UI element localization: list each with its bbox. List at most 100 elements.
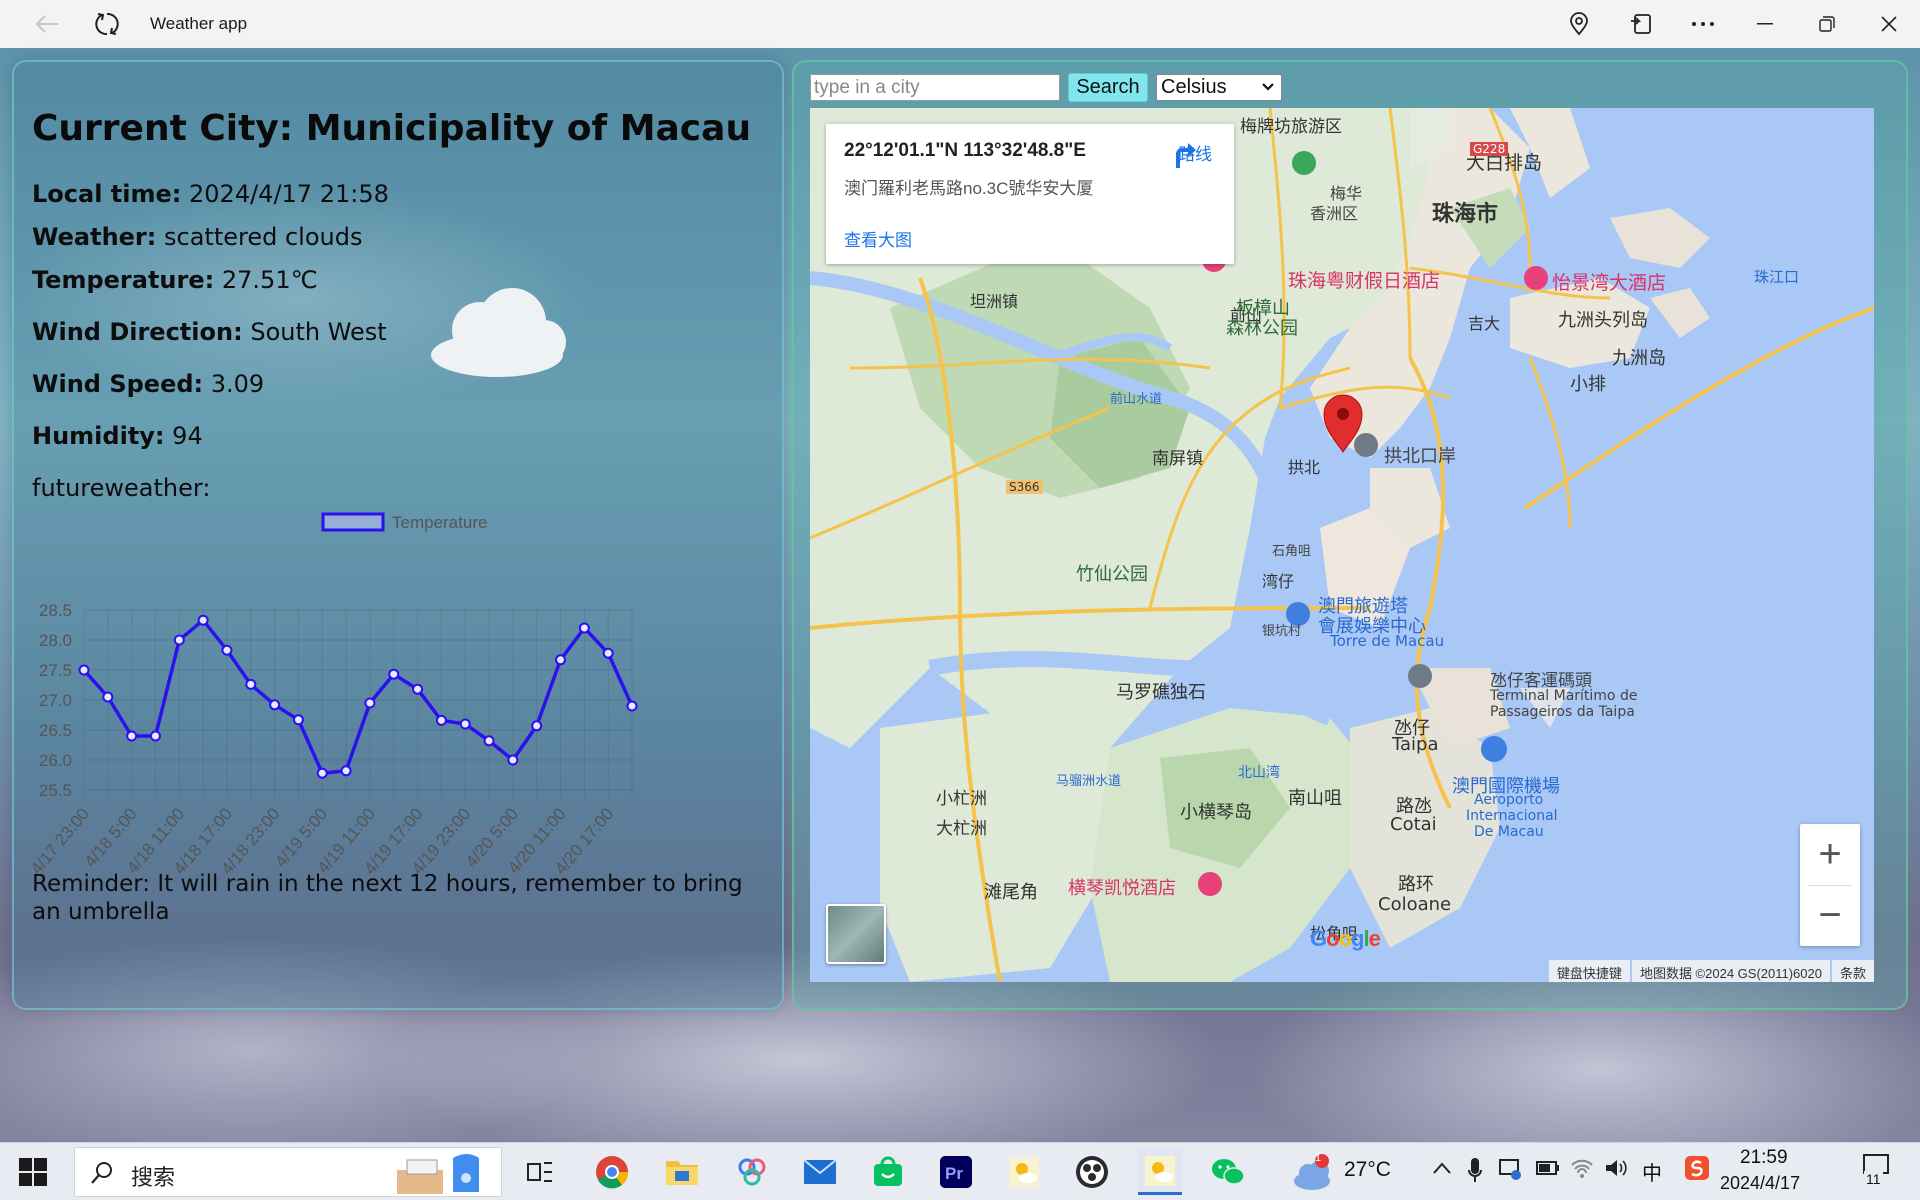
chart-data-point[interactable]: [483, 735, 495, 747]
terms-link[interactable]: 条款: [1831, 960, 1874, 982]
more-button[interactable]: [1672, 0, 1734, 48]
cast-button[interactable]: [1610, 0, 1672, 48]
chart-data-point[interactable]: [412, 683, 424, 695]
humidity-row: Humidity: 94: [32, 422, 203, 450]
map-label: Internacional: [1466, 808, 1558, 824]
temperature-chart-svg: Temperature 28.5 28.0 27.5 27.0 26.5 26.0 25.5…: [27, 512, 638, 878]
wind-speed-row: Wind Speed: 3.09: [32, 370, 264, 398]
keyboard-shortcuts-link[interactable]: 键盘快捷键: [1548, 960, 1630, 982]
chart-data-point[interactable]: [531, 720, 543, 732]
map-label: 拱北: [1288, 458, 1321, 477]
chart-data-point[interactable]: [435, 714, 447, 726]
unit-select[interactable]: Celsius: [1156, 74, 1282, 101]
map-label: 北山湾: [1238, 765, 1280, 781]
volume-icon[interactable]: [1604, 1157, 1628, 1179]
map-label: 香洲区: [1310, 204, 1359, 223]
map-view[interactable]: 珠海市 大白排岛 梅华 香洲区 前山 坦洲镇 南屏镇 拱北 拱北口岸 竹仙公园 …: [810, 108, 1874, 982]
chart-y-tick-label: 28.0: [39, 631, 72, 650]
battery-icon[interactable]: [1536, 1161, 1560, 1175]
search-button[interactable]: Search: [1068, 73, 1148, 102]
zoom-out-button[interactable]: −: [1800, 885, 1860, 946]
weather-panel: Current City: Municipality of Macau Loca…: [12, 60, 784, 1010]
chart-data-point[interactable]: [269, 699, 281, 711]
map-label: Cotai: [1390, 814, 1437, 835]
temperature-row: Temperature: 27.51℃: [32, 266, 318, 294]
directions-button[interactable]: 路线: [1170, 140, 1220, 168]
map-label: Passageiros da Taipa: [1490, 704, 1635, 720]
chart-y-tick-label: 26.5: [39, 721, 72, 740]
chrome-icon[interactable]: [590, 1151, 634, 1193]
task-view-icon[interactable]: [518, 1151, 562, 1193]
legend-swatch[interactable]: [321, 512, 385, 532]
obs-icon[interactable]: [1070, 1151, 1114, 1193]
weather-row: Weather: scattered clouds: [32, 223, 362, 251]
map-label: 小排: [1570, 374, 1606, 395]
back-button[interactable]: [24, 0, 70, 48]
chart-data-point[interactable]: [245, 678, 257, 690]
microphone-icon[interactable]: [1468, 1157, 1482, 1183]
chart-data-point[interactable]: [459, 718, 471, 730]
view-larger-link[interactable]: 查看大图: [844, 226, 912, 251]
store-icon[interactable]: [866, 1151, 910, 1193]
wechat-icon[interactable]: [1206, 1151, 1250, 1193]
chart-data-point[interactable]: [126, 730, 138, 742]
chart-data-point[interactable]: [340, 765, 352, 777]
map-label: 前山水道: [1110, 392, 1163, 407]
road-shield: S366: [1006, 480, 1043, 494]
chart-y-tick-label: 25.5: [39, 781, 72, 800]
legend-label[interactable]: Temperature: [392, 513, 487, 532]
map-label: 竹仙公园: [1076, 564, 1148, 585]
chart-data-point[interactable]: [78, 664, 90, 676]
chart-data-point[interactable]: [102, 691, 114, 703]
more-icon: [1692, 22, 1714, 26]
chart-data-point[interactable]: [197, 614, 209, 626]
city-search-input[interactable]: [810, 74, 1060, 101]
premiere-icon[interactable]: Pr: [934, 1151, 978, 1193]
ime-indicator[interactable]: 中: [1642, 1157, 1662, 1186]
satellite-toggle[interactable]: [826, 904, 886, 964]
windows-start-icon[interactable]: [18, 1157, 48, 1187]
map-label: 珠海粤财假日酒店: [1288, 270, 1441, 292]
weather-app-active-icon[interactable]: [1138, 1149, 1182, 1195]
chart-data-point[interactable]: [149, 730, 161, 742]
title-bar: Weather app: [0, 0, 1920, 48]
mail-icon[interactable]: [798, 1151, 842, 1193]
chart-data-point[interactable]: [626, 700, 638, 712]
map-label: 九洲头列岛: [1558, 310, 1648, 331]
chart-data-point[interactable]: [388, 668, 400, 680]
humidity-value: 94: [172, 422, 203, 450]
zoom-in-button[interactable]: +: [1800, 824, 1860, 885]
wifi-icon[interactable]: [1570, 1157, 1594, 1179]
sogou-icon[interactable]: [1684, 1155, 1710, 1181]
chart-data-point[interactable]: [364, 697, 376, 709]
chart-data-point[interactable]: [507, 754, 519, 766]
temperature-series-line: [82, 618, 634, 775]
chart-data-point[interactable]: [578, 622, 590, 634]
clock-date[interactable]: 2024/4/17: [1720, 1173, 1800, 1194]
map-label: 珠江口: [1754, 268, 1800, 286]
chart-data-point[interactable]: [292, 714, 304, 726]
location-button[interactable]: [1548, 0, 1610, 48]
file-explorer-icon[interactable]: [660, 1151, 704, 1193]
chart-data-point[interactable]: [555, 654, 567, 666]
chart-y-tick-label: 27.0: [39, 691, 72, 710]
minimize-button[interactable]: [1734, 0, 1796, 48]
taskbar-weather-temp[interactable]: 27°C: [1344, 1158, 1391, 1182]
map-label: 大杧洲: [936, 819, 987, 839]
chart-data-point[interactable]: [316, 767, 328, 779]
restore-button[interactable]: [1796, 0, 1858, 48]
taskbar-search[interactable]: 搜索: [74, 1147, 502, 1197]
clock-time[interactable]: 21:59: [1740, 1147, 1788, 1169]
chart-data-point[interactable]: [173, 634, 185, 646]
chevron-up-icon[interactable]: [1432, 1161, 1452, 1175]
refresh-button[interactable]: [84, 0, 130, 48]
close-button[interactable]: [1858, 0, 1920, 48]
chart-data-point[interactable]: [602, 647, 614, 659]
weather-cloud-icon[interactable]: [1292, 1153, 1336, 1193]
device-icon[interactable]: [1498, 1157, 1522, 1181]
chart-data-point[interactable]: [221, 644, 233, 656]
weather-app-icon[interactable]: [1002, 1151, 1046, 1193]
app-icon[interactable]: [730, 1151, 774, 1193]
map-data-credit: 地图数据 ©2024 GS(2011)6020: [1631, 960, 1830, 982]
city-title: Current City: Municipality of Macau: [32, 108, 752, 149]
